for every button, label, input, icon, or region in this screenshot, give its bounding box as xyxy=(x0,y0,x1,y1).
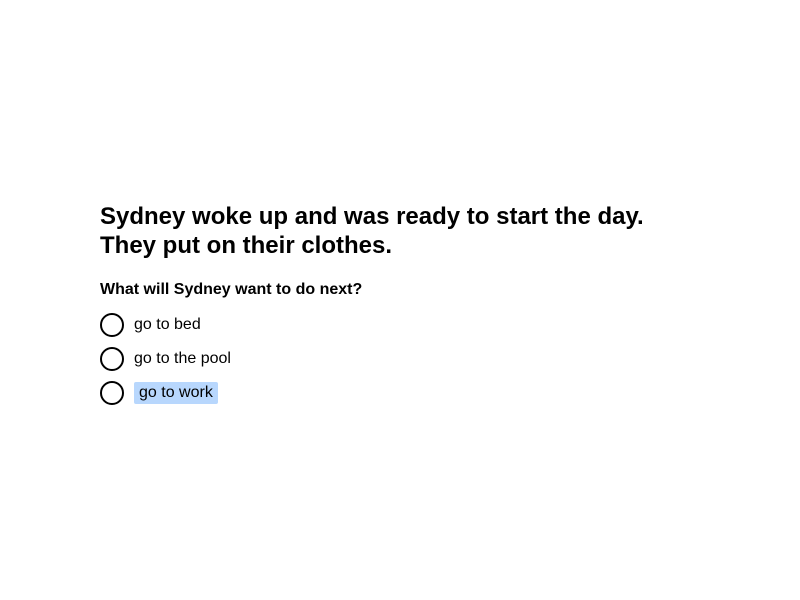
story-line-2: They put on their clothes. xyxy=(100,232,393,259)
story-text: Sydney woke up and was ready to start th… xyxy=(100,202,720,260)
answer-options: go to bed go to the pool go to work xyxy=(100,313,720,405)
story-line-1: Sydney woke up and was ready to start th… xyxy=(100,203,644,230)
radio-button-icon[interactable] xyxy=(100,347,124,371)
option-label[interactable]: go to work xyxy=(134,382,218,404)
option-go-to-work[interactable]: go to work xyxy=(100,381,720,405)
option-label[interactable]: go to the pool xyxy=(134,348,231,370)
option-label[interactable]: go to bed xyxy=(134,314,201,336)
option-go-to-bed[interactable]: go to bed xyxy=(100,313,720,337)
question-card: Sydney woke up and was ready to start th… xyxy=(100,202,720,415)
radio-button-icon[interactable] xyxy=(100,381,124,405)
radio-button-icon[interactable] xyxy=(100,313,124,337)
option-go-to-the-pool[interactable]: go to the pool xyxy=(100,347,720,371)
page: Sydney woke up and was ready to start th… xyxy=(0,0,800,600)
question-prompt: What will Sydney want to do next? xyxy=(100,281,363,298)
